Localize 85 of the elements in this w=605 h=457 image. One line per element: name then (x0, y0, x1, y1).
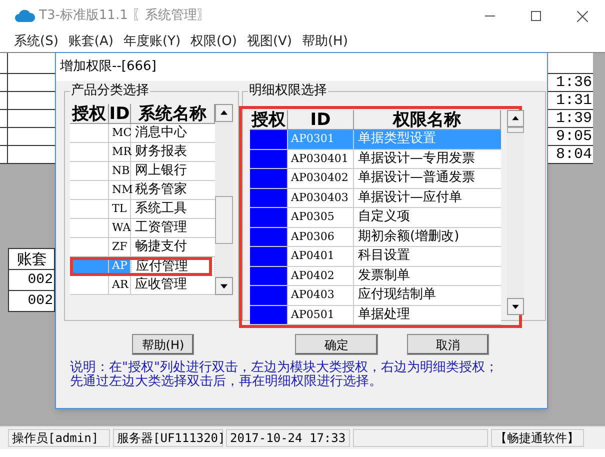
table-cell: MC (109, 124, 131, 143)
status-field: 操作员[admin] (8, 429, 110, 447)
grant-cell[interactable] (70, 162, 109, 181)
cloud-icon (15, 7, 35, 25)
group-title: 明细权限选择 (248, 83, 328, 99)
table-cell-text: 8:04 (554, 146, 593, 163)
table-cell: 002 (8, 291, 55, 312)
table-cell: NM (109, 181, 131, 200)
table-cell: AP0401 (288, 247, 354, 266)
note-text: 说明：在"授权"列处进行双击，左边为模块大类授权，右边为明细类授权； (70, 361, 499, 375)
grant-cell[interactable] (250, 286, 288, 306)
grant-cell[interactable] (70, 276, 109, 295)
table-cell: 单据处理 (354, 306, 501, 325)
grant-cell[interactable] (70, 219, 109, 238)
scroll-up-icon[interactable] (215, 104, 233, 122)
maximize-icon (531, 11, 541, 21)
scrollbar[interactable] (215, 104, 233, 295)
grant-cell[interactable] (250, 247, 288, 266)
dialog-button[interactable]: 取消 (407, 334, 489, 355)
table-cell: 自定义项 (354, 208, 501, 228)
menu-item[interactable]: 系统(S) (14, 32, 58, 52)
menu-item[interactable]: 权限(O) (190, 32, 237, 52)
table-cell: AR (109, 276, 131, 295)
table-cell-text: 1:39 (554, 110, 593, 127)
scrollbar-thumb[interactable] (215, 196, 233, 244)
grant-cell[interactable] (70, 238, 109, 257)
table-cell: TL (109, 200, 131, 219)
table-cell: AP0301 (288, 130, 354, 150)
grant-cell[interactable] (250, 266, 288, 286)
table-cell-text: 1:36 (554, 74, 593, 91)
grant-cell[interactable] (250, 208, 288, 228)
table-cell-text: 1:31 (554, 92, 593, 109)
table-cell: AP0306 (288, 228, 354, 247)
table-cell: 应付现结制单 (354, 286, 501, 306)
table-cell: AP030403 (288, 188, 354, 208)
note-text: 先通过左边大类选择双击后，再在明细权限进行选择。 (70, 375, 383, 389)
table-cell: AP0402 (288, 266, 354, 286)
table-cell: 发票制单 (354, 266, 501, 286)
menu-item[interactable]: 账套(A) (68, 32, 114, 52)
table-header: 账套 (8, 248, 55, 270)
table-cell: AP0501 (288, 306, 354, 325)
group-title: 产品分类选择 (70, 83, 150, 99)
column-header[interactable]: ID (109, 104, 131, 124)
table-cell: ZF (109, 238, 131, 257)
dialog-button[interactable]: 帮助(H) (132, 334, 194, 355)
grant-cell[interactable] (70, 124, 109, 143)
scroll-down-icon[interactable] (215, 277, 233, 295)
scrollbar-thumb[interactable] (507, 127, 524, 133)
table-cell: AP0305 (288, 208, 354, 228)
grant-cell[interactable] (250, 188, 288, 208)
status-field: 2017-10-24 17:33 (226, 429, 350, 447)
table-cell: MR (109, 143, 131, 162)
table-cell: 单据设计—应付单 (354, 188, 501, 208)
table-cell: 科目设置 (354, 247, 501, 266)
table-cell-text: 9:05 (554, 128, 593, 145)
status-field: 【畅捷通软件】 (491, 429, 584, 447)
table-cell: 单据设计—专用发票 (354, 150, 501, 169)
grant-cell[interactable] (250, 228, 288, 247)
scrollbar[interactable] (507, 110, 524, 315)
table-cell: 单据类型设置 (354, 130, 501, 150)
grant-cell[interactable] (250, 169, 288, 188)
menu-item[interactable]: 年度账(Y) (123, 32, 181, 52)
close-icon (576, 10, 588, 22)
table-cell: 单据设计—普通发票 (354, 169, 501, 188)
window-title: T3-标准版11.1 〖系统管理〗 (39, 7, 210, 26)
menu-item[interactable]: 帮助(H) (302, 32, 348, 52)
table-cell: 002 (8, 270, 55, 291)
table-cell: WA (109, 219, 131, 238)
status-field: 服务器[UF111320] (113, 429, 223, 447)
table-cell: AP0403 (288, 286, 354, 306)
dialog-button[interactable]: 确定 (295, 334, 378, 355)
grant-cell[interactable] (250, 306, 288, 325)
grant-cell[interactable] (70, 143, 109, 162)
grant-cell[interactable] (70, 200, 109, 219)
dialog-title: 增加权限--[666] (56, 53, 547, 81)
scroll-down-icon[interactable] (507, 298, 524, 315)
grant-cell[interactable] (70, 181, 109, 200)
table-cell: AP030402 (288, 169, 354, 188)
table-cell: NB (109, 162, 131, 181)
table-cell: AP030401 (288, 150, 354, 169)
table-cell: 期初余额(增删改) (354, 228, 501, 247)
grant-cell[interactable] (250, 150, 288, 169)
grant-cell[interactable] (250, 130, 288, 150)
scroll-up-icon[interactable] (507, 110, 524, 127)
menu-item[interactable]: 视图(V) (246, 32, 292, 52)
